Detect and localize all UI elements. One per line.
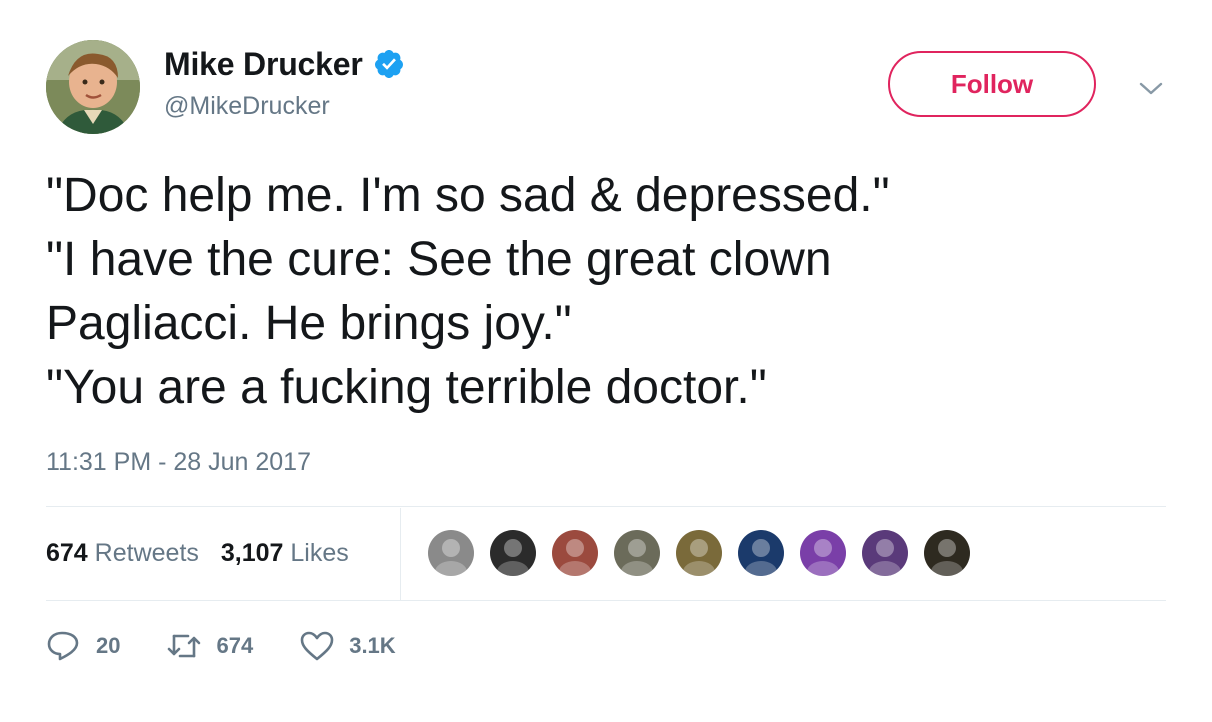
reply-icon — [47, 631, 79, 661]
like-count: 3.1K — [349, 633, 396, 658]
liker-avatar-5-icon[interactable] — [674, 528, 724, 578]
liker-avatar-7-icon[interactable] — [798, 528, 848, 578]
tweet-card: Mike Drucker @MikeDrucker Follow "Doc he… — [0, 0, 1212, 722]
retweets-label: Retweets — [94, 538, 199, 567]
tweet-text-line: Pagliacci. He brings joy." — [46, 297, 572, 350]
likes-stat[interactable]: 3,107 Likes — [221, 539, 349, 568]
heart-icon — [300, 631, 334, 661]
retweet-count: 674 — [216, 633, 254, 658]
user-avatar[interactable] — [46, 40, 140, 134]
reply-button[interactable]: 20 — [46, 630, 120, 662]
liker-avatar-1-icon[interactable] — [426, 528, 476, 578]
liker-avatar-3-icon[interactable] — [550, 528, 600, 578]
liker-avatar-9-icon[interactable] — [922, 528, 972, 578]
retweet-icon — [168, 634, 201, 658]
tweet-text-line: "You are a fucking terrible doctor." — [46, 361, 767, 414]
retweet-button[interactable]: 674 — [166, 630, 253, 662]
tweet-text-line: "Doc help me. I'm so sad & depressed." — [46, 169, 890, 222]
avatar-photo-icon — [46, 40, 140, 134]
tweet-text-line: "I have the cure: See the great clown — [46, 233, 832, 286]
tweet-timestamp[interactable]: 11:31 PM - 28 Jun 2017 — [46, 448, 311, 477]
tweet-actions: 20 674 3.1K — [46, 626, 442, 666]
divider — [46, 506, 1166, 507]
stats-separator — [400, 508, 401, 600]
tweet-text: "Doc help me. I'm so sad & depressed." "… — [46, 164, 1166, 420]
display-name[interactable]: Mike Drucker — [164, 46, 363, 83]
reply-count: 20 — [96, 633, 121, 658]
likes-count: 3,107 — [220, 538, 284, 567]
tweet-stats: 674 Retweets 3,107 Likes — [46, 536, 371, 570]
liker-avatars — [426, 528, 984, 578]
follow-button[interactable]: Follow — [888, 51, 1096, 117]
retweets-stat[interactable]: 674 Retweets — [46, 539, 199, 568]
liker-avatar-4-icon[interactable] — [612, 528, 662, 578]
user-handle[interactable]: @MikeDrucker — [164, 92, 330, 121]
like-button[interactable]: 3.1K — [299, 630, 396, 662]
divider — [46, 600, 1166, 601]
verified-badge-icon — [373, 48, 405, 80]
name-row: Mike Drucker — [164, 44, 405, 84]
chevron-down-icon[interactable] — [1138, 80, 1164, 98]
liker-avatar-2-icon[interactable] — [488, 528, 538, 578]
retweets-count: 674 — [46, 538, 88, 567]
liker-avatar-6-icon[interactable] — [736, 528, 786, 578]
likes-label: Likes — [290, 538, 349, 567]
liker-avatar-8-icon[interactable] — [860, 528, 910, 578]
